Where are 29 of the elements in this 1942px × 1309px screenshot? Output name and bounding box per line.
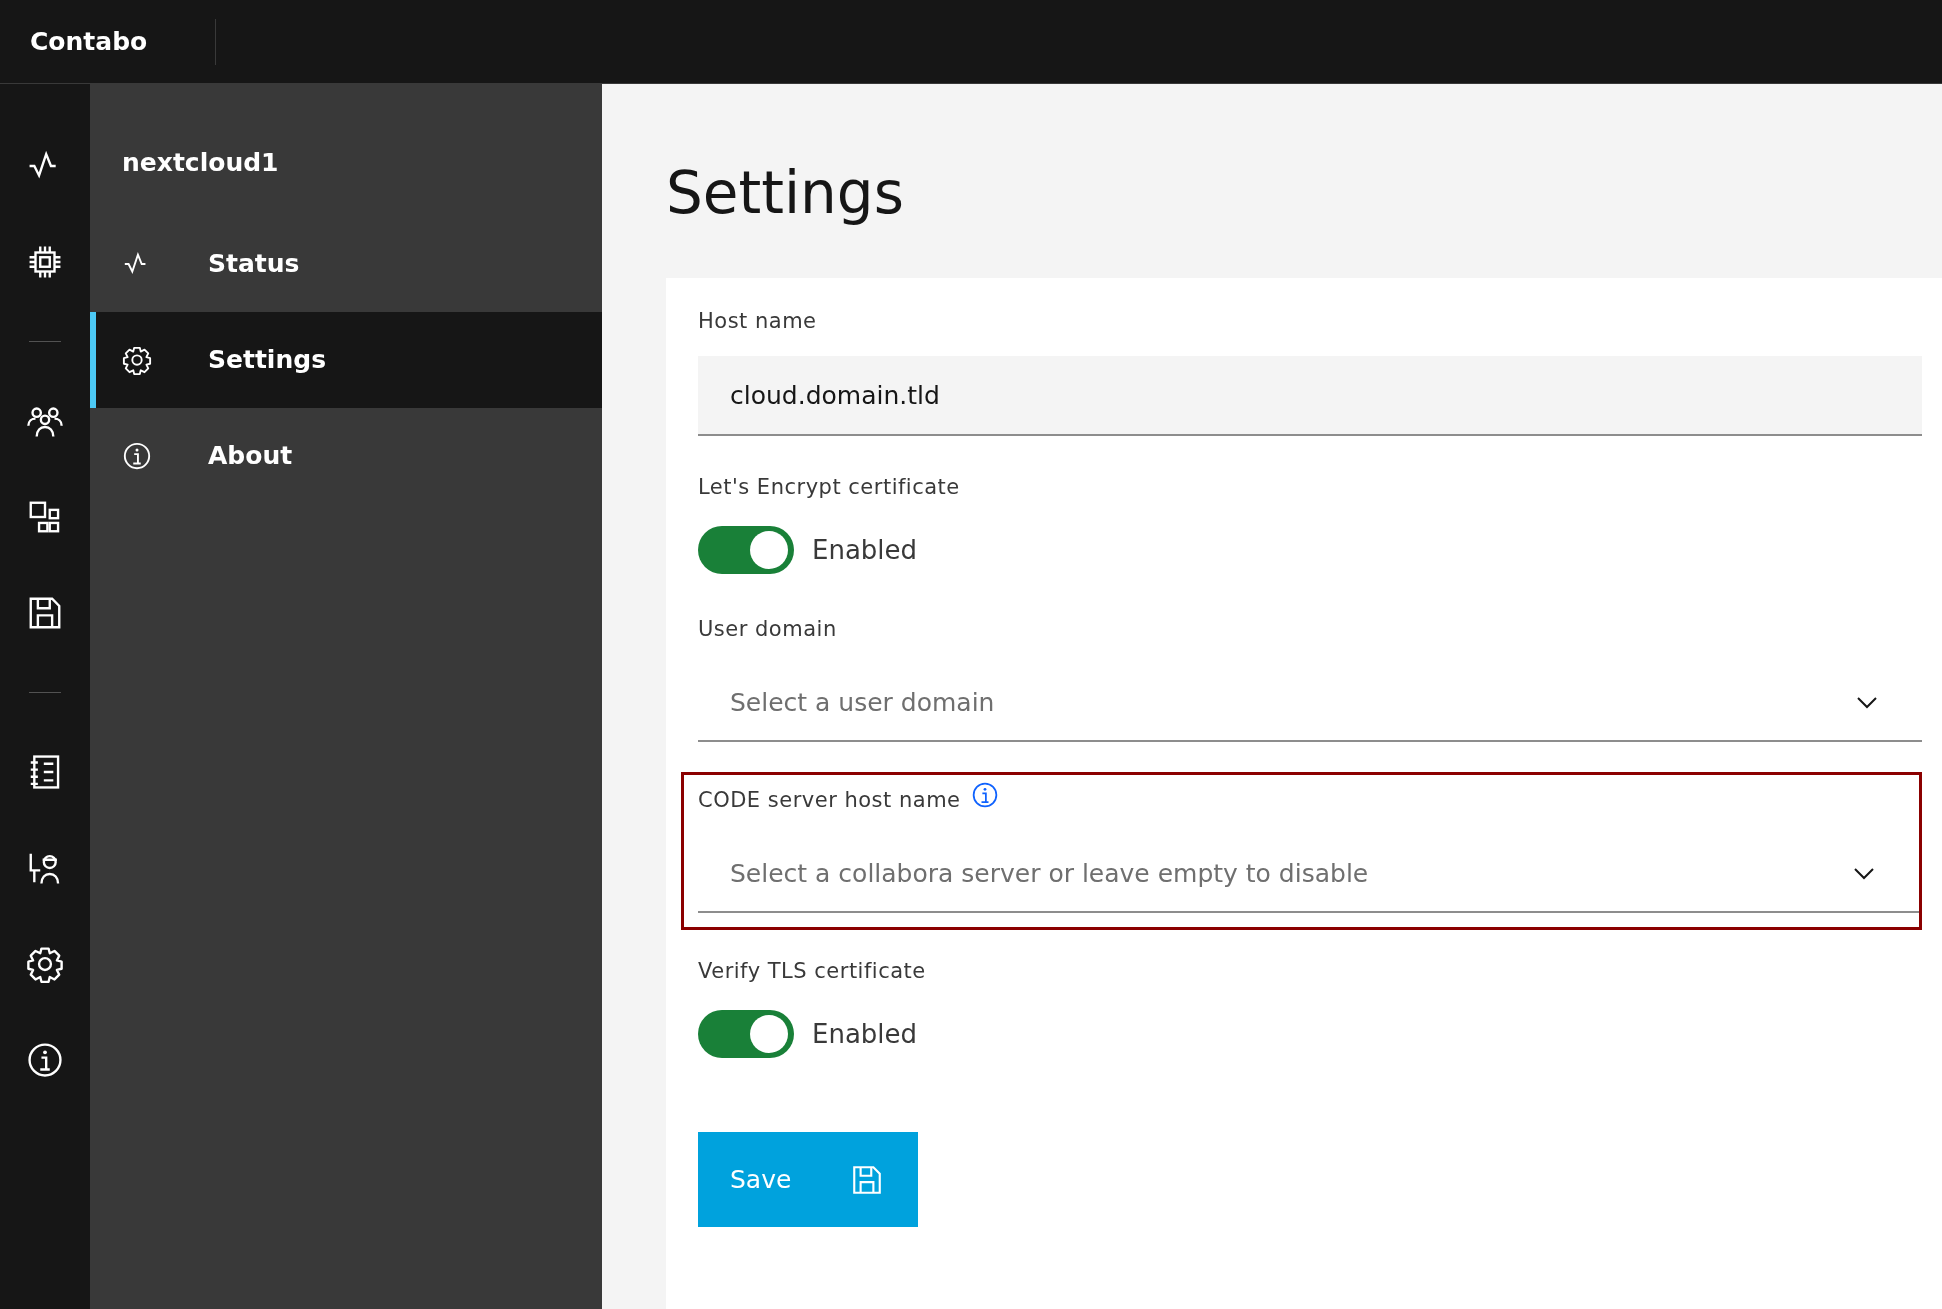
page-title: Settings	[666, 158, 905, 229]
sidebar-title: nextcloud1	[121, 147, 280, 179]
toggle-state: Enabled	[812, 533, 918, 567]
toggle-switch[interactable]	[698, 526, 794, 574]
toggle-switch[interactable]	[698, 1010, 794, 1058]
brand-name[interactable]: Contabo	[0, 22, 216, 61]
sidebar-item[interactable]: Status	[90, 215, 602, 312]
host-name-field[interactable]: cloud.domain.tld	[698, 356, 1922, 436]
dropdown-field[interactable]: Select a collabora server or leave empty to disable	[698, 837, 1919, 913]
settings-icon	[122, 344, 152, 375]
settings-icon[interactable]	[26, 945, 64, 983]
sidebar-item-label: Settings	[208, 343, 326, 376]
sidebar-item-label: Status	[208, 247, 300, 280]
field-label: Let's Encrypt certificate	[698, 474, 960, 501]
toggle-state: Enabled	[812, 1017, 918, 1051]
info-icon[interactable]	[26, 1041, 64, 1079]
field-label: Verify TLS certificate	[698, 958, 926, 985]
info-icon	[122, 440, 152, 471]
dropdown-placeholder: Select a user domain	[730, 687, 995, 720]
sidebar-item[interactable]: About	[90, 407, 602, 504]
field-label: CODE server host name	[698, 787, 961, 814]
field-label: User domain	[698, 616, 837, 643]
dropdown-placeholder: Select a collabora server or leave empty to disable	[730, 858, 1369, 891]
dropdown-field[interactable]: Select a user domain	[698, 666, 1922, 742]
field-label: Host name	[698, 308, 817, 335]
sidebar-item-label: About	[208, 439, 293, 472]
chevron-down-icon	[1856, 696, 1878, 710]
sidebar-item[interactable]: Settings	[90, 311, 602, 408]
chevron-down-icon	[1853, 867, 1875, 881]
